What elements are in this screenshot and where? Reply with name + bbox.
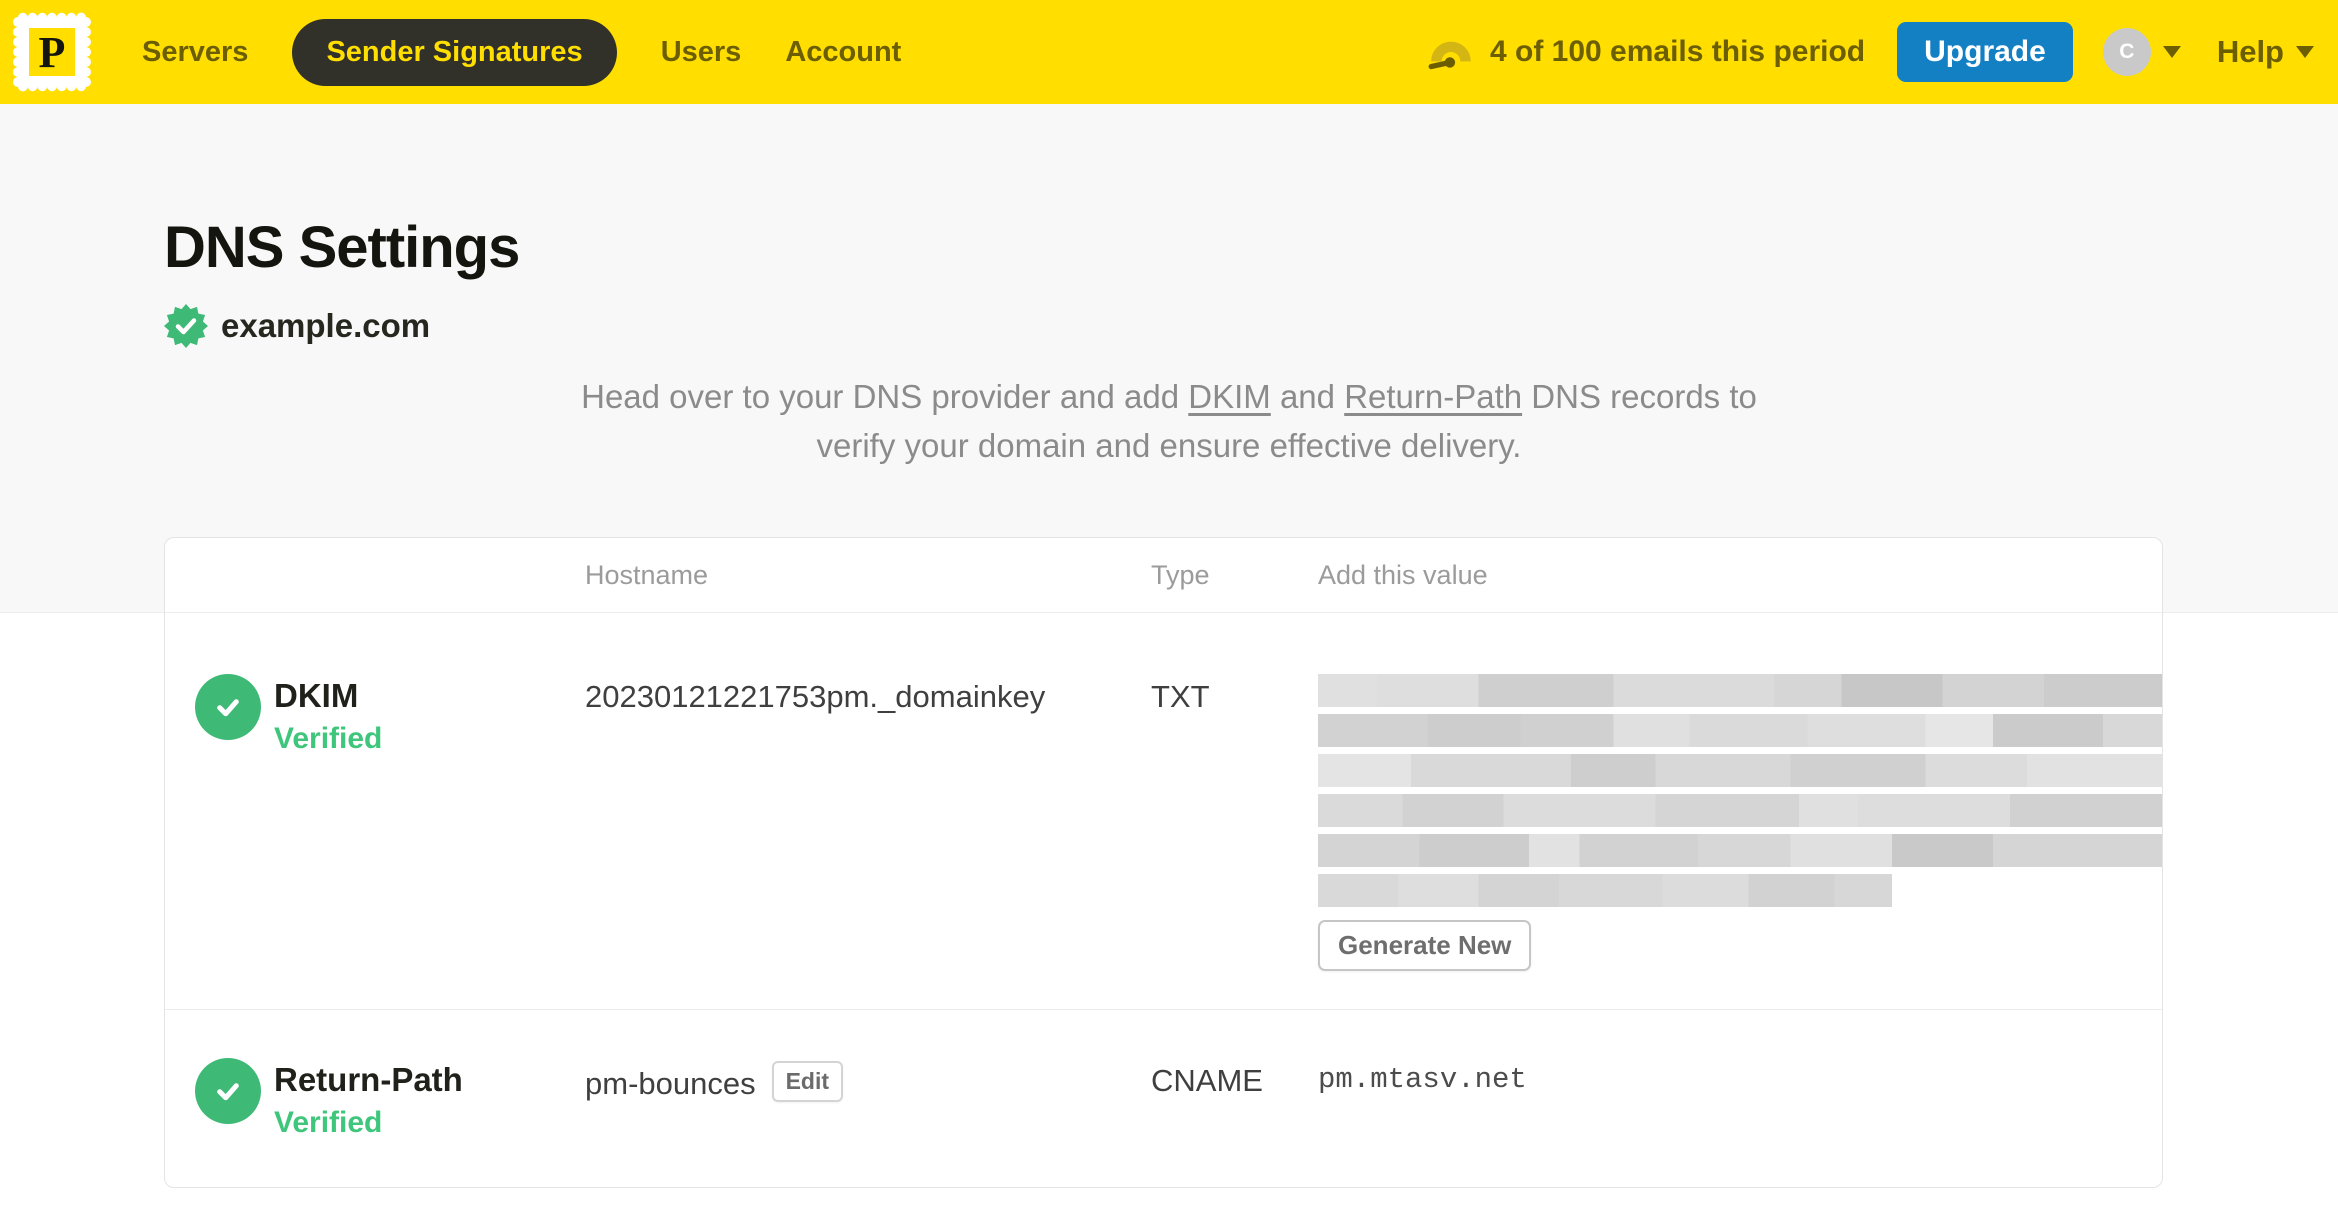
logo-letter: P	[39, 28, 66, 77]
usage-gauge-icon	[1428, 41, 1471, 70]
dns-records-card: Hostname Type Add this value DKIM Verifi…	[164, 537, 2163, 1188]
description-text: DNS records to	[1522, 378, 1757, 415]
account-menu[interactable]: C	[2102, 28, 2181, 76]
domain-name: example.com	[221, 307, 431, 344]
top-nav: P Servers Sender Signatures Users Accoun…	[0, 0, 2338, 104]
nav-item-users[interactable]: Users	[661, 36, 742, 69]
redacted-value-line	[1318, 794, 2162, 827]
record-type: TXT	[1151, 679, 1210, 714]
redacted-value-line	[1318, 674, 2162, 707]
header-value: Add this value	[1318, 559, 1488, 590]
nav-item-servers[interactable]: Servers	[142, 36, 248, 69]
record-type: CNAME	[1151, 1063, 1263, 1098]
record-status-badge: Verified	[274, 1106, 383, 1139]
description-text: verify your domain and ensure effective …	[816, 427, 1522, 464]
generate-new-button[interactable]: Generate New	[1318, 920, 1532, 971]
description-text: and	[1270, 378, 1345, 415]
domain-row: example.com	[164, 304, 430, 348]
nav-item-account[interactable]: Account	[785, 36, 901, 69]
header-type: Type	[1151, 559, 1210, 590]
usage-counter: 4 of 100 emails this period	[1489, 35, 1866, 68]
table-row-return-path: Return-Path Verified pm-bounces Edit CNA…	[165, 1010, 2162, 1186]
dkim-link[interactable]: DKIM	[1188, 378, 1271, 415]
page-title: DNS Settings	[164, 215, 520, 280]
nav-items: Servers Sender Signatures Users Account	[142, 18, 901, 86]
verified-check-icon	[195, 674, 261, 740]
record-name: Return-Path	[274, 1061, 463, 1098]
record-value-redacted: Generate New	[1318, 613, 2162, 1009]
page-description: Head over to your DNS provider and add D…	[469, 372, 1869, 470]
record-value: pm.mtasv.net	[1318, 1063, 1527, 1096]
nav-right: 4 of 100 emails this period Upgrade C He…	[1428, 22, 2314, 82]
help-menu[interactable]: Help	[2217, 34, 2314, 70]
chevron-down-icon	[2296, 46, 2314, 58]
record-hostname: 20230121221753pm._domainkey	[585, 679, 1046, 714]
nav-item-sender-signatures[interactable]: Sender Signatures	[292, 18, 617, 86]
edit-button[interactable]: Edit	[771, 1061, 844, 1102]
chevron-down-icon	[2162, 46, 2181, 58]
record-status-badge: Verified	[274, 722, 383, 755]
table-header-row: Hostname Type Add this value	[165, 538, 2162, 613]
header-hostname: Hostname	[585, 559, 709, 590]
redacted-value-line	[1318, 834, 2162, 867]
redacted-value-line	[1318, 754, 2162, 787]
verified-check-icon	[195, 1058, 261, 1124]
verified-seal-icon	[164, 304, 208, 348]
table-row-dkim: DKIM Verified 20230121221753pm._domainke…	[165, 613, 2162, 1010]
upgrade-button[interactable]: Upgrade	[1897, 22, 2073, 82]
return-path-link[interactable]: Return-Path	[1344, 378, 1522, 415]
record-hostname: pm-bounces	[585, 1065, 756, 1101]
postmark-logo[interactable]: P	[12, 9, 92, 95]
redacted-value-line	[1318, 714, 2162, 747]
record-name: DKIM	[274, 677, 359, 714]
help-label: Help	[2216, 34, 2284, 69]
description-text: Head over to your DNS provider and add	[581, 378, 1189, 415]
avatar[interactable]: C	[2102, 28, 2151, 76]
redacted-value-line	[1318, 874, 1892, 907]
